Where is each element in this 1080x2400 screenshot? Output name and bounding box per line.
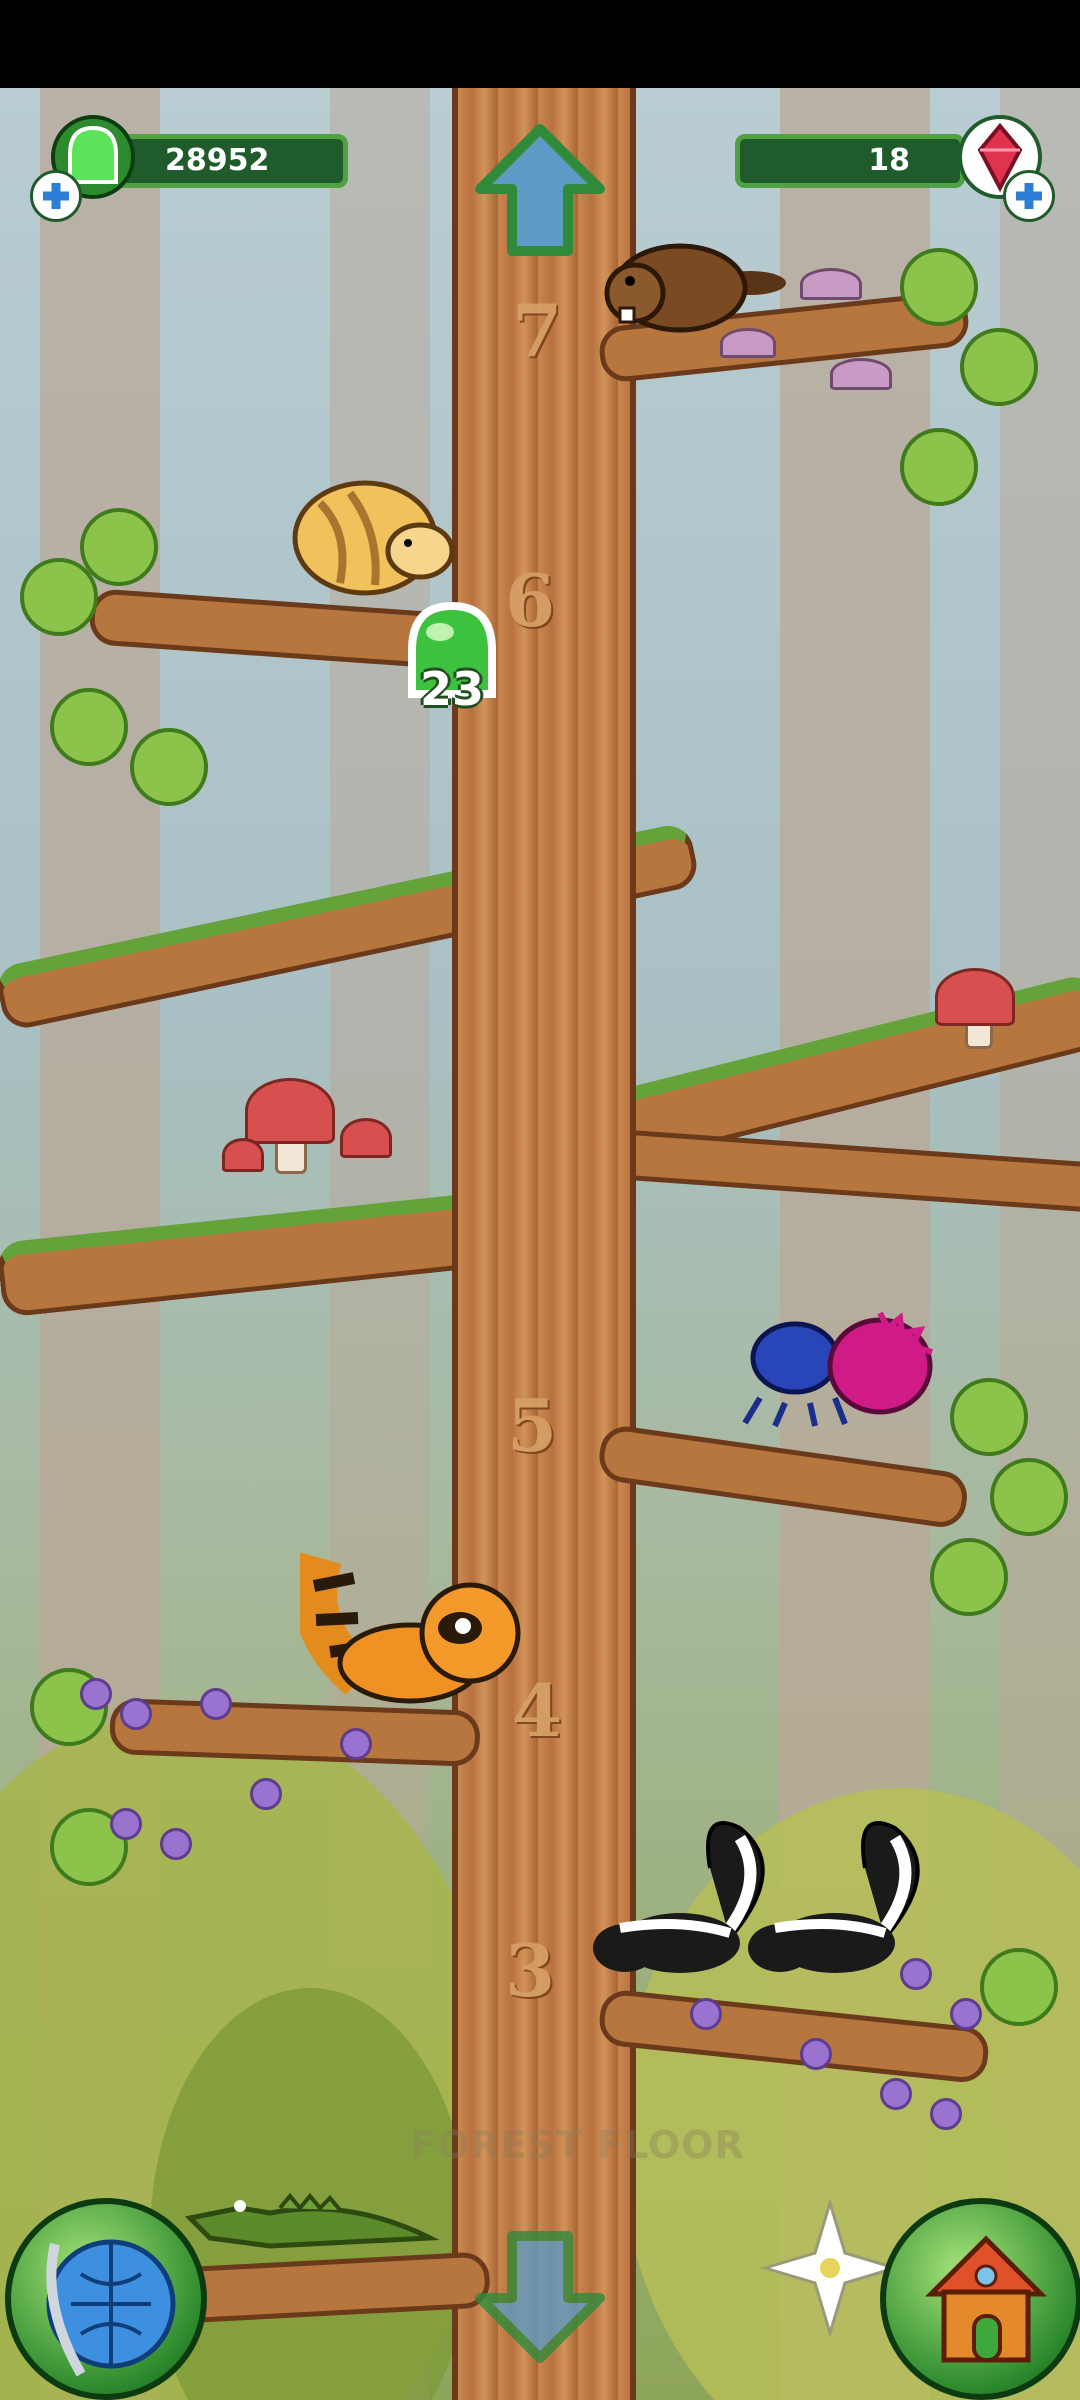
spider-creature[interactable]: [740, 1308, 940, 1428]
globe-icon: [46, 2239, 176, 2377]
house-icon: [924, 2235, 1048, 2363]
purple-flower: [110, 1808, 142, 1840]
purple-flower: [250, 1778, 282, 1810]
beaver-creature[interactable]: [600, 233, 790, 343]
floor-number-5: 5: [507, 1383, 558, 1468]
purple-flower: [80, 1678, 112, 1710]
gem-amount: 18: [868, 143, 910, 178]
mushroom: [935, 968, 1015, 1026]
world-map-button[interactable]: [5, 2198, 207, 2400]
gem-counter-bar: 18: [735, 134, 965, 188]
plus-icon: [1016, 183, 1042, 209]
currency-amount: 28952: [165, 143, 270, 178]
mushroom: [340, 1118, 392, 1158]
white-flower: [760, 2198, 900, 2338]
leaf-cluster: [50, 688, 128, 766]
scroll-down-button[interactable]: [472, 2228, 608, 2364]
add-gems-button[interactable]: [1003, 170, 1055, 222]
add-currency-button[interactable]: [30, 170, 82, 222]
leaf-cluster: [990, 1458, 1068, 1536]
gem-counter[interactable]: 18: [735, 115, 1055, 222]
currency-counter-bar: 28952: [108, 134, 348, 188]
mushroom: [800, 268, 862, 300]
purple-flower: [950, 1998, 982, 2030]
arrow-down-icon: [475, 2231, 605, 2363]
arrow-up-icon: [475, 124, 605, 256]
skunk-creature[interactable]: [745, 1808, 945, 1978]
purple-flower: [880, 2078, 912, 2110]
collect-amount: 23: [419, 662, 484, 716]
crocodile-creature[interactable]: [180, 2168, 440, 2258]
chipmunk-creature[interactable]: [290, 473, 460, 603]
leaf-cluster: [80, 508, 158, 586]
game-scene[interactable]: 7 6 5 4 3 23 FOREST FLOOR: [0, 88, 1080, 2400]
floor-number-6: 6: [505, 558, 556, 643]
leaf-cluster: [930, 1538, 1008, 1616]
leaf-cluster: [980, 1948, 1058, 2026]
main-tree-trunk: [452, 88, 636, 2400]
scroll-up-button[interactable]: [472, 123, 608, 259]
purple-flower: [800, 2038, 832, 2070]
purple-flower: [160, 1828, 192, 1860]
mushroom: [245, 1078, 335, 1144]
purple-flower: [690, 1998, 722, 2030]
leaf-cluster: [960, 328, 1038, 406]
purple-flower: [930, 2098, 962, 2130]
purple-flower: [340, 1728, 372, 1760]
collect-jelly-badge[interactable]: 23: [400, 598, 504, 728]
currency-counter[interactable]: 28952: [30, 115, 360, 222]
leaf-cluster: [900, 428, 978, 506]
floor-label-watermark: FOREST FLOOR: [410, 2123, 745, 2167]
purple-flower: [120, 1698, 152, 1730]
leaf-cluster: [130, 728, 208, 806]
status-bar: [0, 0, 1080, 88]
floor-number-7: 7: [512, 288, 563, 373]
raccoon-creature[interactable]: [300, 1538, 540, 1708]
home-button[interactable]: [880, 2198, 1080, 2400]
mushroom: [222, 1138, 264, 1172]
leaf-cluster: [900, 248, 978, 326]
purple-flower: [200, 1688, 232, 1720]
plus-icon: [43, 183, 69, 209]
floor-number-3: 3: [505, 1928, 556, 2013]
mushroom: [830, 358, 892, 390]
leaf-cluster: [950, 1378, 1028, 1456]
